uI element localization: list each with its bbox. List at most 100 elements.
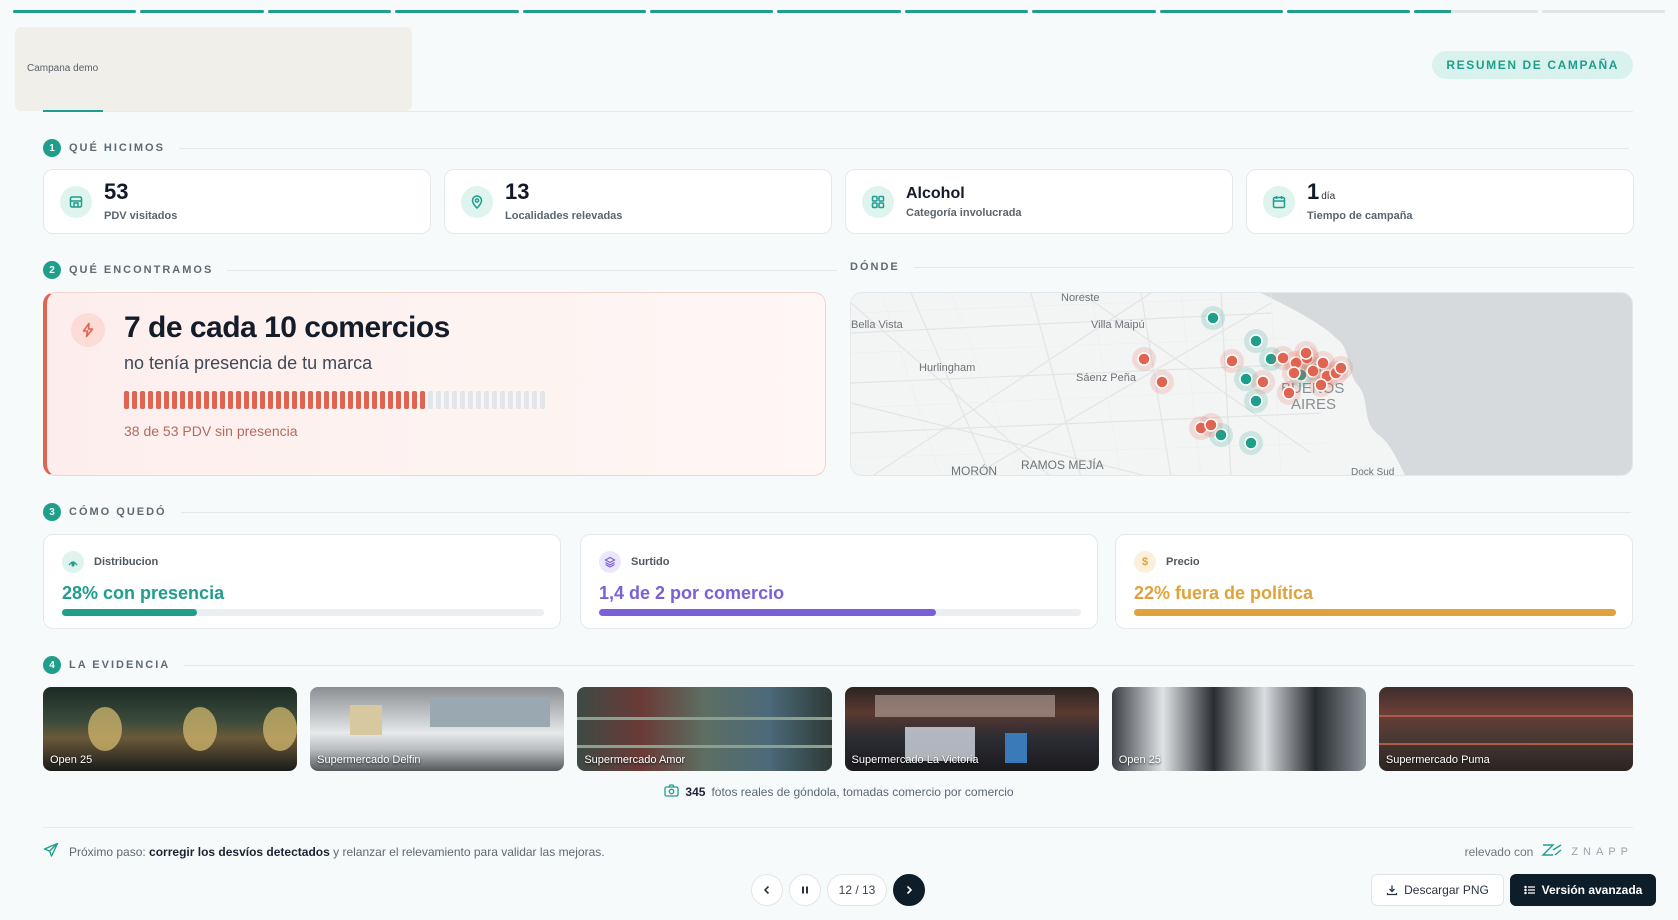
section-number: 3	[43, 503, 61, 521]
progress-segment	[649, 10, 774, 13]
section-title: LA EVIDENCIA	[69, 659, 171, 671]
metric-header: Surtido	[599, 551, 670, 573]
stat-label: Tiempo de campaña	[1307, 210, 1413, 222]
map-marker-absent[interactable]	[1155, 375, 1169, 389]
dot-absent	[244, 391, 249, 409]
dot-absent	[404, 391, 409, 409]
znapp-logo-icon	[1541, 843, 1563, 860]
dot-absent	[268, 391, 273, 409]
section-header-la-evidencia: 4 LA EVIDENCIA	[43, 656, 1635, 674]
campaign-summary-badge: RESUMEN DE CAMPAÑA	[1432, 51, 1633, 79]
metric-title: Surtido	[631, 556, 670, 568]
prev-slide-button[interactable]	[751, 874, 783, 906]
evidence-photo[interactable]: Supermercado Delfin	[310, 687, 565, 771]
dot-absent	[276, 391, 281, 409]
stat-card-categoria: Alcohol Categoría involucrada	[845, 169, 1233, 234]
dot-present	[468, 391, 473, 409]
dot-present	[428, 391, 433, 409]
map-marker-absent[interactable]	[1287, 366, 1301, 380]
photo-count: 345	[685, 785, 706, 799]
evidence-photo[interactable]: Open 25	[43, 687, 298, 771]
stat-card-localidades: 13 Localidades relevadas	[444, 169, 832, 234]
map-marker-absent[interactable]	[1137, 352, 1151, 366]
dot-absent	[212, 391, 217, 409]
map-marker-present[interactable]	[1206, 311, 1220, 325]
dot-absent	[316, 391, 321, 409]
map-marker-present[interactable]	[1244, 436, 1258, 450]
section-header-como-quedo: 3 CÓMO QUEDÓ	[43, 503, 1631, 521]
progress-segment	[395, 10, 519, 13]
stat-value: 13	[505, 179, 530, 204]
dot-absent	[148, 391, 153, 409]
download-png-button[interactable]: Descargar PNG	[1371, 874, 1504, 906]
map-label: Bella Vista	[851, 319, 904, 331]
dot-absent	[180, 391, 185, 409]
finding-subtitle: no tenía presencia de tu marca	[124, 353, 373, 373]
metric-card-surtido: Surtido 1,4 de 2 por comercio	[580, 534, 1098, 629]
dot-absent	[340, 391, 345, 409]
next-slide-button[interactable]	[893, 874, 925, 906]
powered-by-label: relevado con	[1464, 844, 1534, 859]
section-divider	[184, 664, 1635, 666]
dot-absent	[300, 391, 305, 409]
metric-value: 22% fuera de política	[1134, 583, 1314, 603]
stat-label: Localidades relevadas	[505, 210, 623, 222]
next-step-action: corregir los desvíos detectados	[149, 844, 330, 859]
evidence-photo[interactable]: Supermercado La Victoria	[844, 687, 1099, 771]
map-label: Noreste	[1061, 293, 1100, 304]
photo-caption: Open 25	[1118, 754, 1161, 766]
map-marker-present[interactable]	[1239, 372, 1253, 386]
map-marker-absent[interactable]	[1204, 418, 1218, 432]
map-marker-absent[interactable]	[1282, 386, 1296, 400]
metric-value: 1,4 de 2 por comercio	[599, 583, 785, 603]
dot-present	[436, 391, 441, 409]
progress-segment	[1286, 10, 1411, 13]
advanced-version-button[interactable]: Versión avanzada	[1510, 874, 1656, 906]
map-marker-present[interactable]	[1249, 334, 1263, 348]
dot-present	[444, 391, 449, 409]
dot-absent	[188, 391, 193, 409]
dollar-icon: $	[1134, 551, 1156, 573]
section-divider	[227, 269, 838, 271]
section-title: QUÉ ENCONTRAMOS	[69, 264, 214, 276]
map-marker-absent[interactable]	[1225, 354, 1239, 368]
photo-caption: Supermercado Puma	[1385, 754, 1490, 766]
progress-segment	[522, 10, 646, 13]
map-label: Hurlingham	[919, 362, 975, 374]
map-label: RAMOS MEJÍA	[1021, 457, 1104, 472]
evidence-photo[interactable]: Open 25	[1111, 687, 1366, 771]
store-map[interactable]: Noreste Bella Vista Villa Maipú Hurlingh…	[850, 292, 1633, 476]
map-label: Dock Sud	[1351, 467, 1394, 476]
dot-absent	[124, 391, 129, 409]
cube-icon	[599, 551, 621, 573]
znapp-wordmark: ZNAPP	[1571, 845, 1633, 858]
metric-bar	[62, 609, 544, 616]
map-marker-absent[interactable]	[1314, 378, 1328, 392]
metric-bar-fill	[1134, 609, 1616, 616]
progress-segment	[267, 10, 392, 13]
metric-title: Precio	[1166, 556, 1200, 568]
send-icon	[43, 842, 59, 861]
map-marker-absent[interactable]	[1256, 375, 1270, 389]
calendar-icon	[1263, 185, 1295, 218]
evidence-photo[interactable]: Supermercado Puma	[1378, 687, 1634, 771]
active-tab-indicator	[43, 110, 103, 112]
map-marker-absent[interactable]	[1334, 361, 1348, 375]
footer-divider	[43, 827, 1633, 828]
store-icon	[60, 185, 92, 218]
map-marker-present[interactable]	[1249, 394, 1263, 408]
dot-present	[524, 391, 529, 409]
dot-present	[532, 391, 537, 409]
stat-card-pdv: 53 PDV visitados	[43, 169, 431, 234]
section-title: DÓNDE	[850, 261, 900, 273]
pause-button[interactable]	[789, 874, 821, 906]
metric-value: 28% con presencia	[62, 583, 225, 603]
list-icon	[1523, 885, 1535, 895]
metric-bar	[599, 609, 1081, 616]
header-divider	[43, 111, 1633, 112]
map-marker-absent[interactable]	[1299, 346, 1313, 360]
progress-segment	[1414, 10, 1538, 13]
dot-present	[540, 391, 545, 409]
section-number: 2	[43, 261, 61, 279]
evidence-photo[interactable]: Supermercado Amor	[577, 687, 832, 771]
